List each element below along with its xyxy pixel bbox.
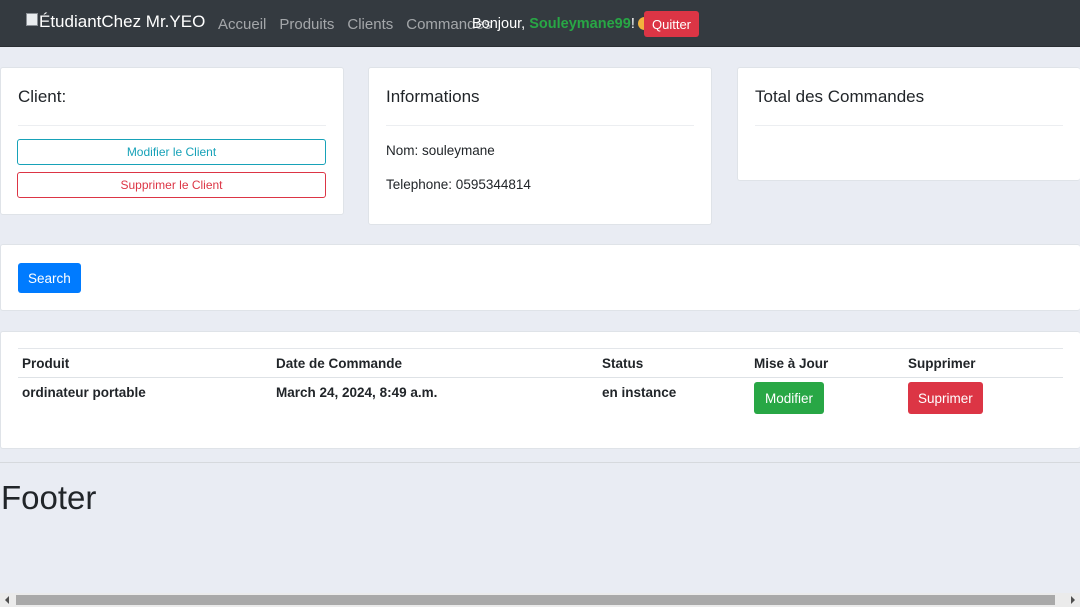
scroll-left-arrow-icon[interactable]: [5, 596, 9, 604]
update-order-button[interactable]: Modifier: [754, 382, 825, 414]
greeting-suffix: !: [630, 16, 635, 32]
username: Souleymane99: [529, 16, 631, 32]
card-divider: [18, 125, 326, 126]
table-top-border: [18, 348, 1063, 349]
order-date: March 24, 2024, 8:49 a.m.: [276, 385, 438, 400]
edit-client-button[interactable]: Modifier le Client: [17, 139, 326, 165]
user-greeting: Bonjour, Souleymane99!: [472, 16, 651, 32]
client-phone: Telephone: 0595344814: [386, 177, 531, 192]
search-card: Search: [0, 244, 1080, 311]
broken-image-icon: [26, 12, 38, 26]
card-divider: [386, 125, 694, 126]
delete-client-button[interactable]: Supprimer le Client: [17, 172, 326, 198]
search-button[interactable]: Search: [18, 263, 81, 293]
column-header-date: Date de Commande: [276, 356, 403, 371]
total-orders-card: Total des Commandes: [737, 67, 1080, 181]
client-card-title: Client:: [18, 87, 67, 106]
order-product: ordinateur portable: [22, 385, 146, 400]
table-header-divider: [18, 377, 1063, 378]
column-header-update: Mise à Jour: [754, 356, 829, 371]
navbar-brand[interactable]: ÉtudiantChez Mr.YEO: [26, 12, 205, 32]
nav-link-produits[interactable]: Produits: [279, 16, 334, 33]
top-navbar: ÉtudiantChez Mr.YEO Accueil Produits Cli…: [0, 0, 1080, 47]
total-orders-title: Total des Commandes: [755, 87, 925, 106]
nav-link-accueil[interactable]: Accueil: [218, 16, 266, 33]
column-header-produit: Produit: [22, 356, 70, 371]
client-card: Client: Modifier le Client Supprimer le …: [0, 67, 344, 215]
brand-text: ÉtudiantChez Mr.YEO: [39, 12, 206, 31]
greeting-prefix: Bonjour,: [472, 16, 530, 32]
quit-button[interactable]: Quitter: [644, 11, 700, 37]
client-name: Nom: souleymane: [386, 143, 495, 158]
scroll-right-arrow-icon[interactable]: [1071, 596, 1075, 604]
delete-order-button[interactable]: Suprimer: [908, 382, 983, 414]
nav-links: Accueil Produits Clients Commandes: [218, 16, 504, 33]
footer-heading: Footer: [1, 479, 97, 516]
column-header-delete: Supprimer: [908, 356, 976, 371]
orders-table-card: Produit Date de Commande Status Mise à J…: [0, 331, 1080, 449]
info-card: Informations Nom: souleymane Telephone: …: [368, 67, 712, 225]
info-card-title: Informations: [386, 87, 480, 106]
column-header-status: Status: [602, 356, 644, 371]
footer-divider: [0, 462, 1080, 463]
nav-link-clients[interactable]: Clients: [347, 16, 393, 33]
card-divider: [755, 125, 1063, 126]
horizontal-scrollbar[interactable]: [0, 593, 1080, 607]
scrollbar-thumb[interactable]: [16, 595, 1055, 605]
order-status: en instance: [602, 385, 677, 400]
